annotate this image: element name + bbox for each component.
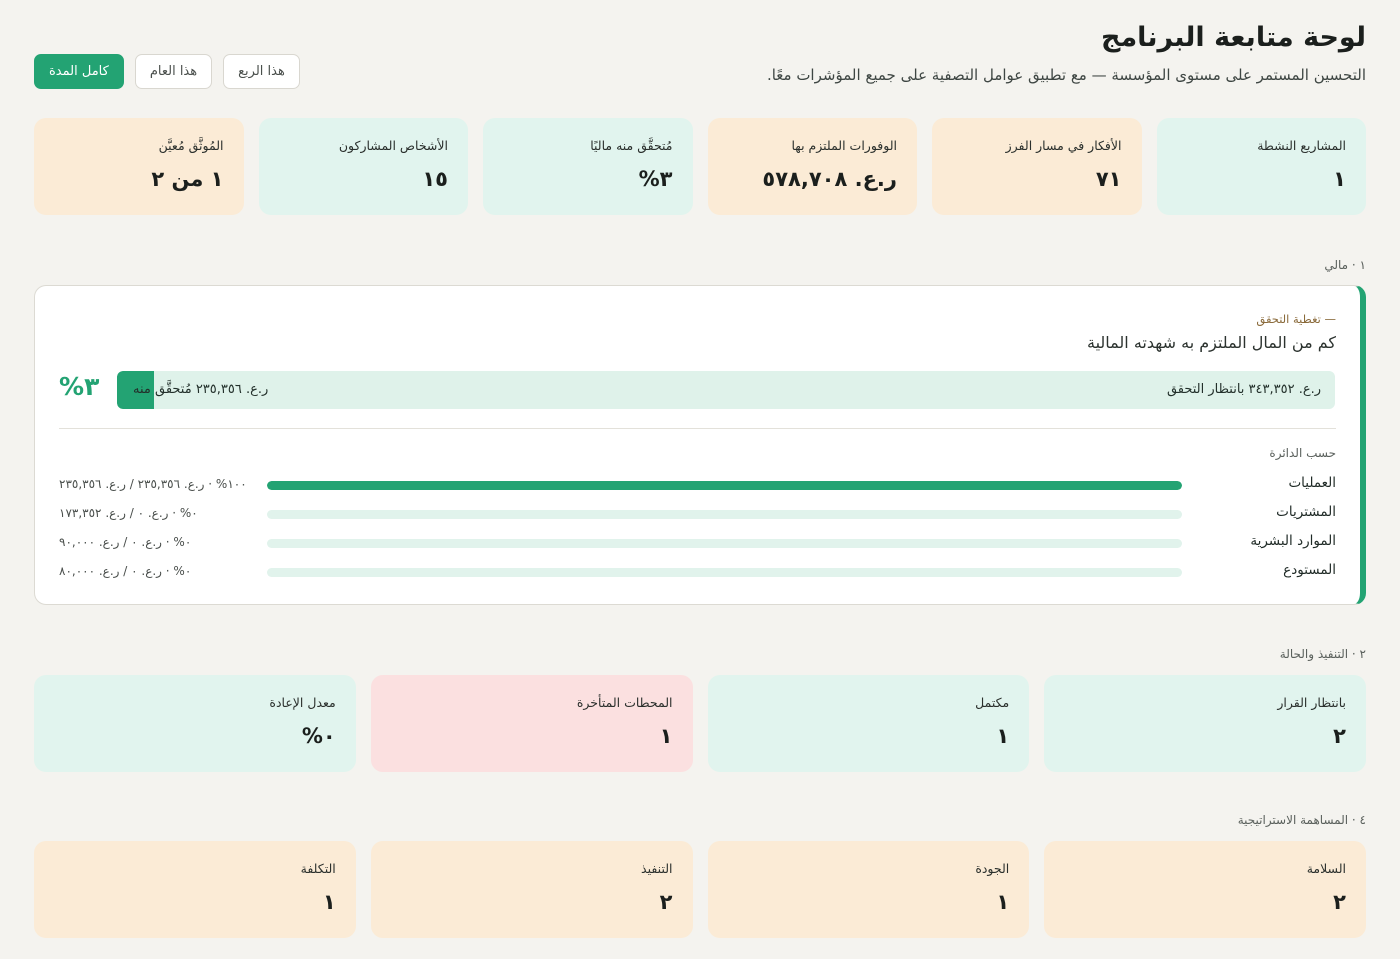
kpi-label: الوفورات الملتزم بها xyxy=(791,138,898,153)
kpi-value: ٠% xyxy=(301,724,336,748)
department-progress-track xyxy=(267,568,1182,577)
kpi-card-ideas-triage: الأفكار في مسار الفرز ٧١ xyxy=(932,118,1142,215)
kpi-label: المحطات المتأخرة xyxy=(576,695,673,710)
section-label-strategic: ٤ · المساهمة الاستراتيجية xyxy=(1237,813,1366,827)
kpi-label: التكلفة xyxy=(300,861,336,876)
card-kicker: — تغطية التحقق xyxy=(1256,312,1336,326)
filter-full-period-button[interactable]: كامل المدة xyxy=(34,54,124,89)
section-label-financial: ١ · مالي xyxy=(1324,258,1366,272)
department-name: العمليات xyxy=(1288,475,1336,491)
verified-percentage: ٣% xyxy=(59,372,100,401)
department-progress-track xyxy=(267,481,1182,490)
kpi-label: معدل الإعادة xyxy=(269,695,336,710)
kpi-label: الأشخاص المشاركون xyxy=(338,138,448,153)
kpi-card-late-milestones: المحطات المتأخرة ١ xyxy=(370,675,693,772)
kpi-value: ٧١ xyxy=(1095,167,1122,191)
kpi-value: ١ xyxy=(1333,167,1346,191)
kpi-card-cost: التكلفة ١ xyxy=(34,841,356,938)
strategic-kpi-row: السلامة ٢ الجودة ١ التنفيذ ٢ التكلفة ١ xyxy=(34,841,1366,938)
kpi-card-financially-verified: مُتحقَّق منه ماليًا ٣% xyxy=(483,118,693,215)
verification-coverage-card: — تغطية التحقق كم من المال الملتزم به شه… xyxy=(34,285,1366,605)
department-progress-fill xyxy=(267,481,1182,490)
card-heading: كم من المال الملتزم به شهدته المالية xyxy=(1087,333,1336,352)
page-subtitle: التحسين المستمر على مستوى المؤسسة — مع ت… xyxy=(766,66,1366,84)
kpi-card-verifier-assigned: المُوثَّق مُعيَّن ١ من ٢ xyxy=(34,118,244,215)
kpi-card-completed: مكتمل ١ xyxy=(707,675,1030,772)
department-row-operations: العمليات ١٠٠% · ر.ع. ٢٣٥,٣٥٦ / ر.ع. ٢٣٥,… xyxy=(59,475,1336,497)
kpi-label: مُتحقَّق منه ماليًا xyxy=(590,138,673,153)
kpi-value: ١ xyxy=(996,890,1010,914)
divider xyxy=(59,428,1336,429)
kpi-value: ١ xyxy=(996,724,1010,748)
execution-kpi-row: بانتظار القرار ٢ مكتمل ١ المحطات المتأخر… xyxy=(34,675,1366,772)
kpi-card-delivery: التنفيذ ٢ xyxy=(370,841,693,938)
department-progress-track xyxy=(267,539,1182,548)
kpi-card-committed-savings: الوفورات الملتزم بها ر.ع. ٥٧٨,٧٠٨ xyxy=(707,118,917,215)
kpi-card-rework-rate: معدل الإعادة ٠% xyxy=(34,675,356,772)
kpi-value: ٢ xyxy=(659,890,673,914)
department-amount: ٠% · ر.ع. ٠ / ر.ع. ٩٠,٠٠٠ xyxy=(59,535,192,549)
kpi-value: ر.ع. ٥٧٨,٧٠٨ xyxy=(762,167,897,191)
department-name: الموارد البشرية xyxy=(1250,533,1336,549)
department-row-procurement: المشتريات ٠% · ر.ع. ٠ / ر.ع. ١٧٣,٣٥٢ xyxy=(59,504,1336,526)
department-row-hr: الموارد البشرية ٠% · ر.ع. ٠ / ر.ع. ٩٠,٠٠… xyxy=(59,533,1336,555)
kpi-label: المشاريع النشطة xyxy=(1257,138,1346,153)
verification-progress-bar: ر.ع. ٢٣٥,٣٥٦ مُتحقَّق منه ر.ع. ٣٤٣,٣٥٢ ب… xyxy=(117,371,1335,409)
department-name: المشتريات xyxy=(1276,504,1336,520)
kpi-value: ١٥ xyxy=(422,167,448,191)
pending-amount: ر.ع. ٣٤٣,٣٥٢ بانتظار التحقق xyxy=(1166,382,1321,397)
filter-this-year-button[interactable]: هذا العام xyxy=(134,54,213,89)
kpi-value: ٣% xyxy=(638,167,673,191)
dashboard-page: لوحة متابعة البرنامج التحسين المستمر على… xyxy=(0,0,1400,959)
kpi-label: المُوثَّق مُعيَّن xyxy=(158,138,224,153)
kpi-label: الجودة xyxy=(975,861,1010,876)
kpi-card-quality: الجودة ١ xyxy=(707,841,1030,938)
department-row-warehouse: المستودع ٠% · ر.ع. ٠ / ر.ع. ٨٠,٠٠٠ xyxy=(59,562,1336,584)
department-name: المستودع xyxy=(1283,562,1336,578)
verified-amount: ر.ع. ٢٣٥,٣٥٦ مُتحقَّق منه xyxy=(133,382,269,397)
kpi-card-safety: السلامة ٢ xyxy=(1044,841,1366,938)
department-amount: ٠% · ر.ع. ٠ / ر.ع. ٨٠,٠٠٠ xyxy=(59,564,192,578)
kpi-label: مكتمل xyxy=(975,695,1010,710)
kpi-card-pending-decision: بانتظار القرار ٢ xyxy=(1044,675,1366,772)
page-title: لوحة متابعة البرنامج xyxy=(1101,22,1367,53)
kpi-label: السلامة xyxy=(1306,861,1346,876)
kpi-label: التنفيذ xyxy=(641,861,673,876)
kpi-row: المشاريع النشطة ١ الأفكار في مسار الفرز … xyxy=(34,118,1366,215)
kpi-label: الأفكار في مسار الفرز xyxy=(1005,138,1122,153)
kpi-card-participants: الأشخاص المشاركون ١٥ xyxy=(258,118,468,215)
by-department-title: حسب الدائرة xyxy=(1269,446,1336,460)
period-filter-group: كامل المدة هذا العام هذا الربع xyxy=(34,54,300,89)
kpi-value: ١ xyxy=(659,724,673,748)
filter-this-quarter-button[interactable]: هذا الربع xyxy=(223,54,300,89)
department-amount: ٠% · ر.ع. ٠ / ر.ع. ١٧٣,٣٥٢ xyxy=(59,506,198,520)
kpi-value: ١ من ٢ xyxy=(151,167,224,191)
department-amount: ١٠٠% · ر.ع. ٢٣٥,٣٥٦ / ر.ع. ٢٣٥,٣٥٦ xyxy=(59,477,247,491)
kpi-card-active-projects: المشاريع النشطة ١ xyxy=(1156,118,1366,215)
kpi-value: ٢ xyxy=(1333,724,1346,748)
section-label-execution: ٢ · التنفيذ والحالة xyxy=(1279,647,1366,661)
kpi-value: ١ xyxy=(322,890,336,914)
kpi-value: ٢ xyxy=(1333,890,1346,914)
kpi-label: بانتظار القرار xyxy=(1277,695,1346,710)
department-progress-track xyxy=(267,510,1182,519)
